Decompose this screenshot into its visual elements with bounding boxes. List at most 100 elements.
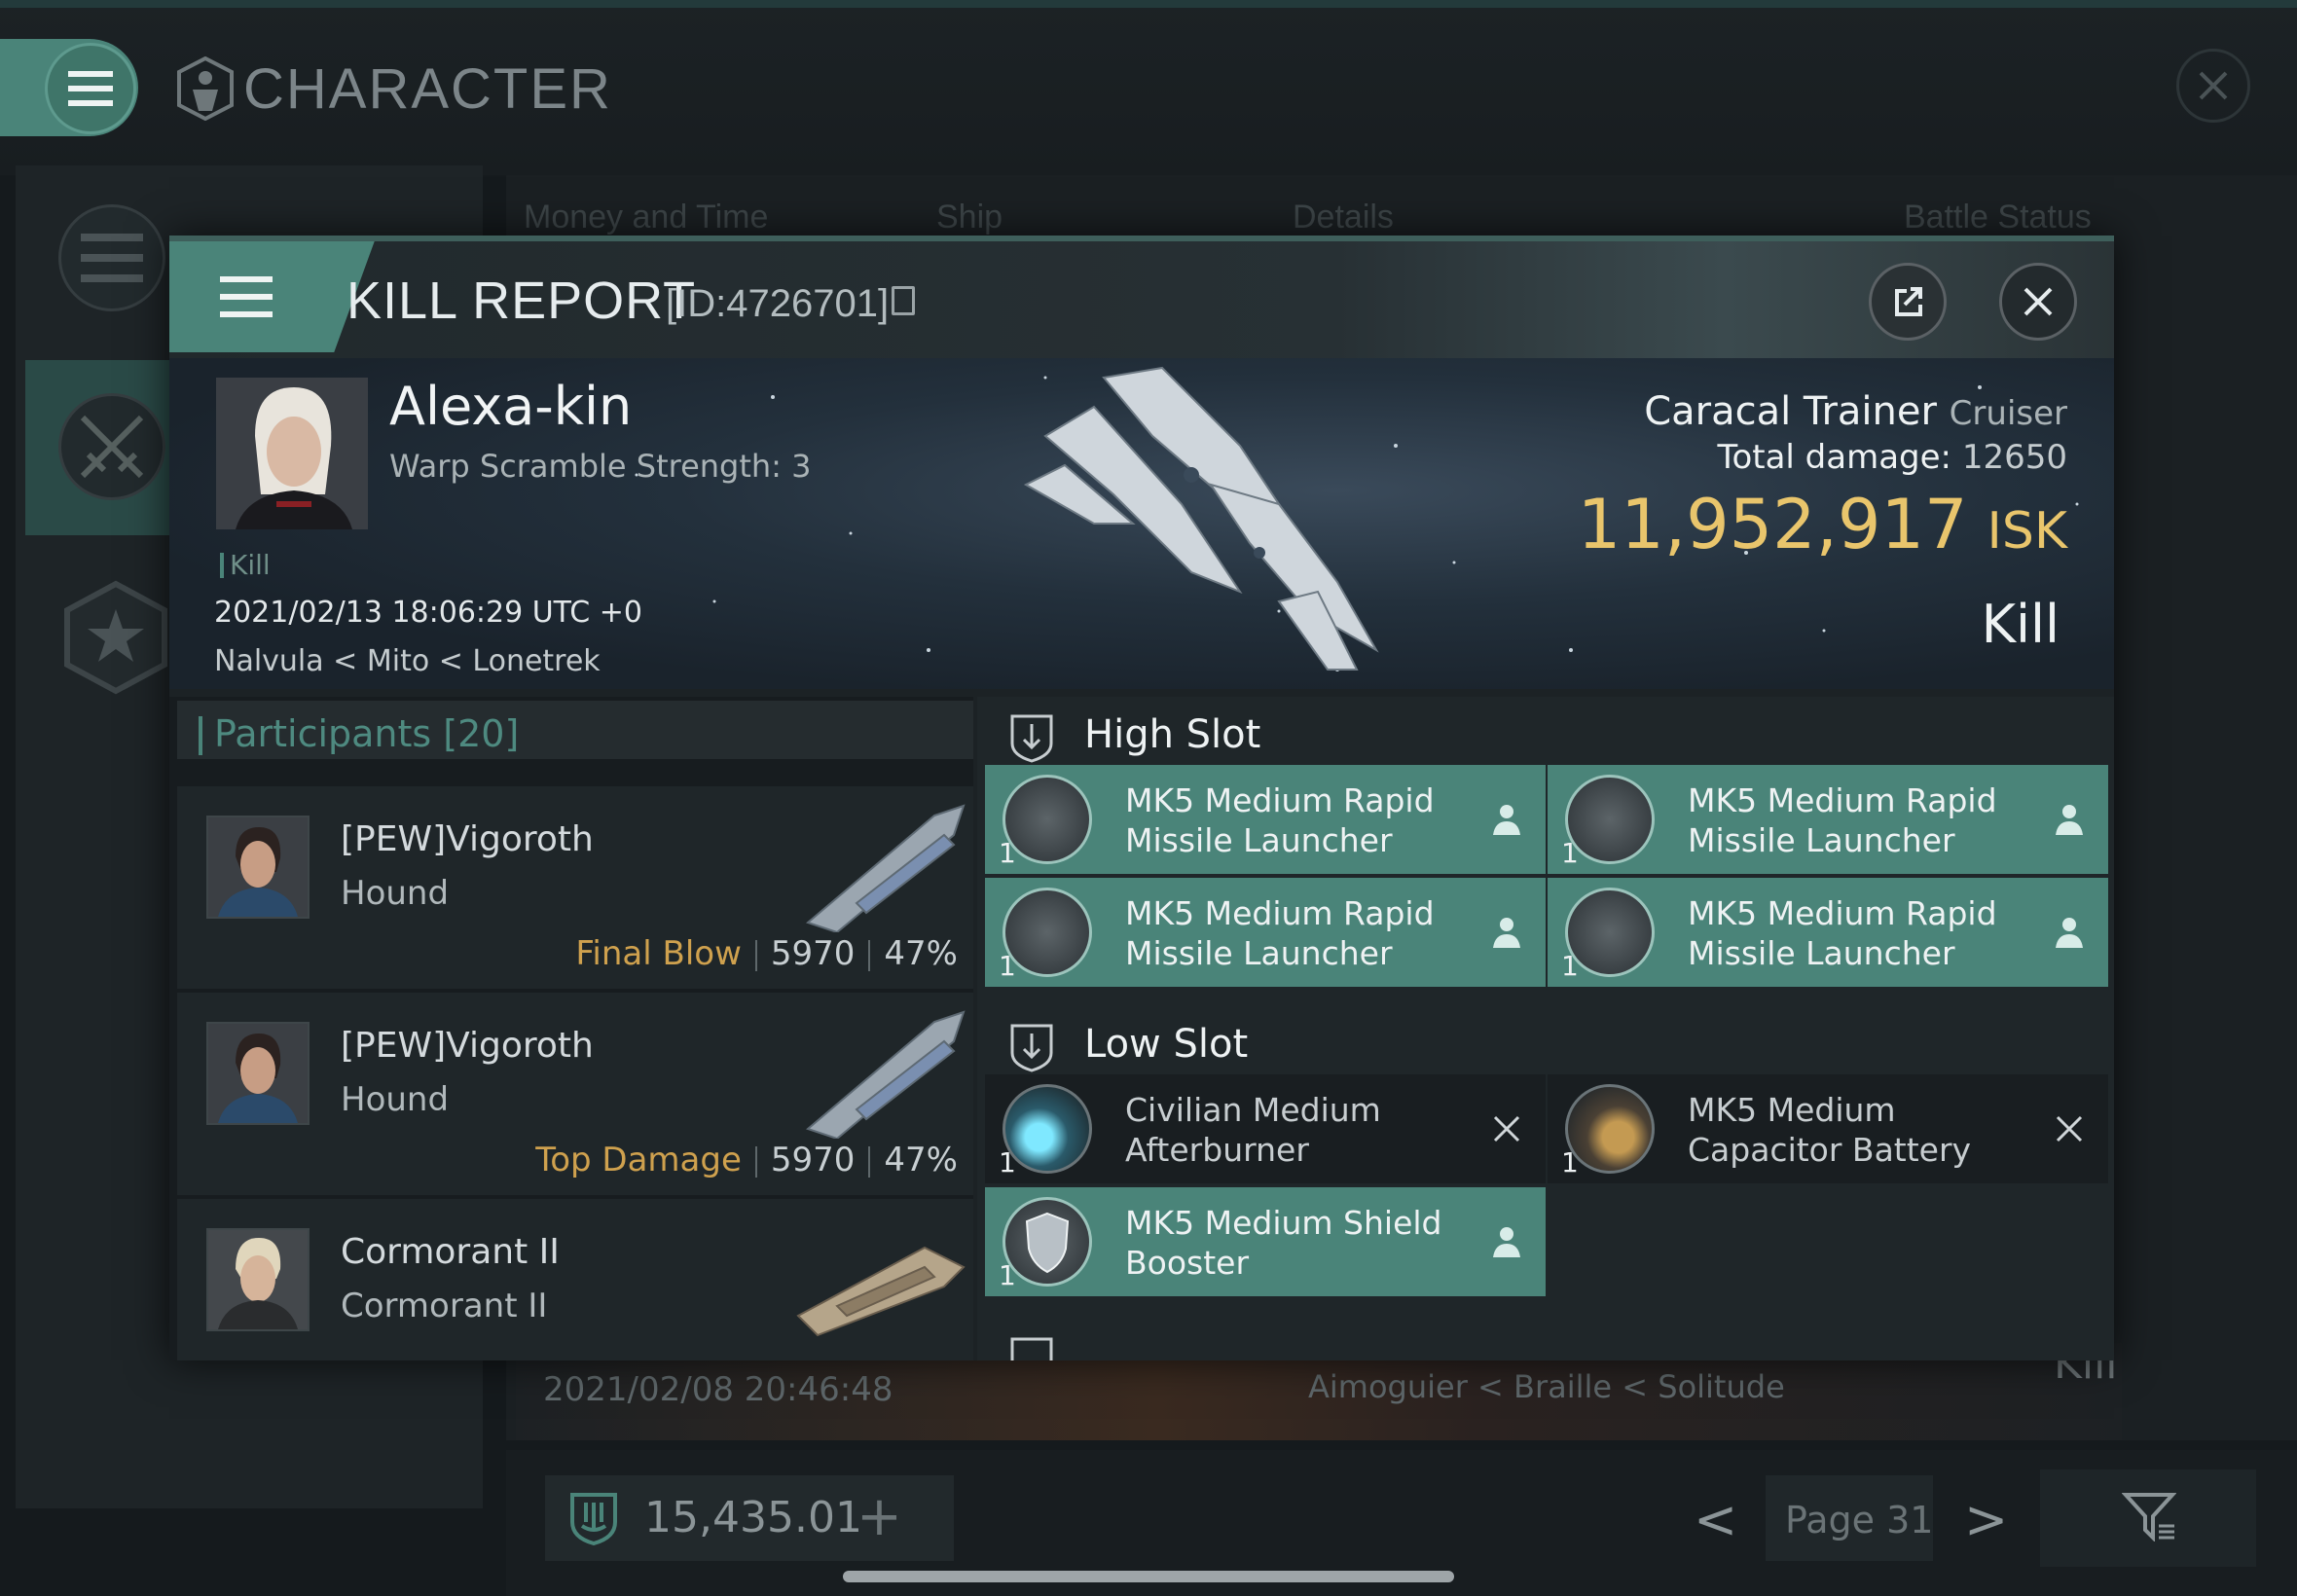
modal-top-accent: [169, 236, 2114, 241]
destroyed-x-icon: [1493, 1115, 1520, 1143]
module-item[interactable]: 1 MK5 Medium Capacitor Battery: [1548, 1074, 2108, 1183]
kill-tag: Kill: [230, 549, 271, 581]
module-quantity: 1: [999, 1146, 1016, 1179]
total-damage-label: Total damage:: [1717, 438, 1952, 477]
total-damage-line: Total damage: 12650: [1717, 438, 2067, 477]
page-label: Page 31: [1785, 1499, 1934, 1542]
module-item[interactable]: 1 MK5 Medium Rapid Missile Launcher: [1548, 765, 2108, 874]
participant-ship-image: [805, 804, 966, 932]
module-quantity: 1: [999, 950, 1016, 982]
participants-title[interactable]: Participants [20]: [214, 712, 519, 755]
crossed-swords-icon: [80, 415, 144, 479]
main-menu-button[interactable]: [45, 43, 136, 134]
module-item[interactable]: 1 MK5 Medium Rapid Missile Launcher: [1548, 878, 2108, 987]
hamburger-icon: [220, 276, 273, 317]
high-slot-title: High Slot: [1084, 712, 1261, 757]
participants-header-bar: [199, 716, 202, 755]
kill-result: Kill: [1981, 594, 2060, 655]
warp-scramble-strength: Warp Scramble Strength: 3: [389, 448, 812, 485]
row-time: 2021/02/08 20:46:48: [543, 1370, 893, 1409]
column-header-ship[interactable]: Ship: [936, 199, 1003, 236]
next-page-button[interactable]: >: [1964, 1489, 2008, 1550]
participant-ship: Hound: [341, 1080, 450, 1119]
participant-row[interactable]: [PEW]Vigoroth Hound Top Damage 5970 47%: [177, 993, 973, 1195]
participant-row[interactable]: Cormorant II Cormorant II: [177, 1199, 973, 1360]
victim-portrait[interactable]: [216, 378, 368, 529]
module-name: MK5 Medium Rapid Missile Launcher: [1688, 781, 1997, 859]
victim-name[interactable]: Alexa-kin: [389, 376, 632, 437]
portrait-image: [208, 1230, 308, 1329]
participant-portrait: [206, 816, 310, 919]
column-header-details[interactable]: Details: [1293, 199, 1394, 236]
module-item[interactable]: 1 MK5 Medium Rapid Missile Launcher: [985, 878, 1546, 987]
module-item[interactable]: 1 Civilian Medium Afterburner: [985, 1074, 1546, 1183]
high-slot-icon: [1010, 714, 1053, 763]
module-name: MK5 Medium Rapid Missile Launcher: [1125, 781, 1435, 859]
main-close-button[interactable]: [2176, 49, 2250, 123]
participant-ship: Hound: [341, 874, 450, 913]
add-currency-button[interactable]: +: [857, 1485, 902, 1548]
module-item[interactable]: 1 MK5 Medium Shield Booster: [985, 1187, 1546, 1296]
sidebar-list-button[interactable]: [58, 204, 165, 311]
isk-unit: ISK: [1987, 502, 2067, 561]
copy-icon[interactable]: [892, 286, 915, 315]
kill-report-id: [ID:4726701]: [666, 282, 890, 325]
victim-panel: Alexa-kin Warp Scramble Strength: 3 Kill…: [169, 358, 2114, 689]
home-indicator: [843, 1571, 1454, 1582]
module-name: MK5 Medium Shield Booster: [1125, 1204, 1442, 1282]
low-slot-title: Low Slot: [1084, 1022, 1249, 1067]
list-icon: [81, 234, 143, 282]
previous-page-button[interactable]: <: [1694, 1489, 1737, 1550]
participant-percent: 47%: [884, 934, 958, 973]
participant-damage: 5970: [770, 1141, 856, 1179]
dropped-person-icon: [1493, 918, 1520, 948]
dropped-person-icon: [1493, 805, 1520, 835]
close-icon: [2024, 287, 2053, 316]
sidebar-favorites-button[interactable]: [58, 580, 173, 695]
participant-ship-image: [796, 1246, 966, 1337]
module-quantity: 1: [1561, 1146, 1579, 1179]
low-slot-icon: [1010, 1024, 1053, 1072]
share-button[interactable]: [1869, 263, 1947, 341]
app-title: CHARACTER: [243, 57, 612, 121]
sidebar-combat-button[interactable]: [58, 393, 165, 500]
close-button[interactable]: [1999, 263, 2077, 341]
module-item[interactable]: 1 MK5 Medium Rapid Missile Launcher: [985, 765, 1546, 874]
destroyed-x-icon: [2056, 1115, 2083, 1143]
participant-damage: 5970: [770, 934, 856, 973]
dropped-person-icon: [2056, 918, 2083, 948]
module-quantity: 1: [999, 837, 1016, 869]
isk-value-line: 11,952,917 ISK: [1578, 485, 2067, 564]
share-icon: [1895, 287, 1922, 316]
participant-portrait: [206, 1228, 310, 1331]
dropped-person-icon: [2056, 805, 2083, 835]
currency-icon: [570, 1493, 617, 1545]
participant-name: [PEW]Vigoroth: [341, 819, 594, 859]
dropped-person-icon: [1493, 1227, 1520, 1257]
participant-name: [PEW]Vigoroth: [341, 1026, 594, 1066]
kill-location[interactable]: Nalvula < Mito < Lonetrek: [214, 644, 601, 678]
module-name: MK5 Medium Rapid Missile Launcher: [1688, 894, 1997, 972]
participant-ship: Cormorant II: [341, 1287, 548, 1325]
participant-row[interactable]: [PEW]Vigoroth Hound Final Blow 5970 47%: [177, 786, 973, 989]
filter-icon: [2122, 1493, 2176, 1542]
modal-menu-button[interactable]: [169, 241, 323, 352]
isk-value: 11,952,917: [1577, 485, 1968, 564]
module-quantity: 1: [1561, 950, 1579, 982]
victim-ship-line: Caracal Trainer Cruiser: [1644, 389, 2067, 434]
module-name: MK5 Medium Capacitor Battery: [1688, 1091, 1972, 1169]
kill-report-modal: KILL REPORT [ID:4726701] Alexa-kin Warp …: [169, 236, 2114, 1360]
column-header-money-time[interactable]: Money and Time: [524, 199, 768, 236]
shield-icon: [1025, 1212, 1070, 1274]
victim-ship-class: Cruiser: [1949, 394, 2067, 433]
tag-bar: [220, 553, 224, 578]
participant-label: Final Blow: [575, 934, 742, 973]
portrait-image: [208, 1024, 308, 1123]
column-header-battle-status[interactable]: Battle Status: [1904, 199, 2092, 236]
row-location: Aimoguier < Braille < Solitude: [1308, 1368, 1785, 1405]
character-icon: [177, 56, 234, 121]
total-damage-value: 12650: [1961, 438, 2067, 477]
kill-timestamp: 2021/02/13 18:06:29 UTC +0: [214, 596, 642, 630]
victim-ship-name[interactable]: Caracal Trainer: [1644, 389, 1937, 434]
participant-percent: 47%: [884, 1141, 958, 1179]
